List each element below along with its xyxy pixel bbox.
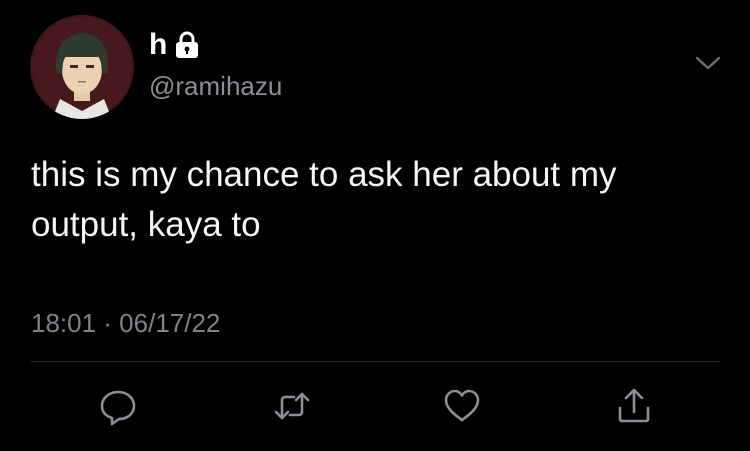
divider	[31, 361, 720, 362]
tweet: h @ramihazu this is my chance to ask her…	[0, 0, 750, 451]
retweet-icon	[272, 386, 312, 426]
display-name[interactable]: h	[149, 28, 200, 62]
retweet-button[interactable]	[270, 384, 314, 428]
lock-icon	[174, 31, 200, 59]
display-name-text: h	[149, 28, 168, 61]
chevron-down-icon[interactable]	[693, 50, 723, 76]
tweet-timestamp[interactable]: 18:01 · 06/17/22	[31, 307, 220, 339]
user-handle[interactable]: @ramihazu	[149, 70, 282, 102]
reply-button[interactable]	[96, 384, 140, 428]
speech-bubble-icon	[98, 386, 138, 426]
share-button[interactable]	[612, 384, 656, 428]
like-button[interactable]	[440, 384, 484, 428]
avatar[interactable]	[30, 15, 134, 119]
heart-icon	[442, 386, 482, 426]
tweet-text: this is my chance to ask her about my ou…	[31, 155, 617, 244]
share-icon	[614, 386, 654, 426]
